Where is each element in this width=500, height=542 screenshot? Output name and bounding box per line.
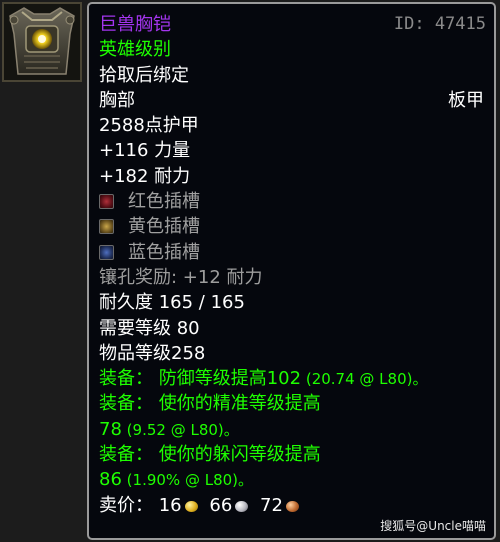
gold-amount: 16 xyxy=(158,494,182,516)
item-id: ID: 47415 xyxy=(393,14,486,34)
equip-effect-value: 86 xyxy=(99,469,122,491)
socket-bonus: 镶孔奖励: +12 耐力 xyxy=(99,266,263,288)
item-tooltip: 巨兽胸铠 ID: 47415 英雄级别 拾取后绑定 胸部 板甲 2588点护甲 … xyxy=(87,2,496,540)
item-level: 物品等级258 xyxy=(99,342,206,364)
equip-effect-detail: (1.90% @ L80)。 xyxy=(121,471,254,490)
watermark: 搜狐号@Uncle喵喵 xyxy=(380,519,486,533)
socket-blue-row: 蓝色插槽 xyxy=(99,240,494,265)
item-armor: 2588点护甲 xyxy=(99,115,199,137)
item-armor-type: 板甲 xyxy=(448,89,484,111)
item-stat-strength: +116 力量 xyxy=(99,140,191,162)
equip-effect-detail: (20.74 @ L80)。 xyxy=(301,370,428,389)
yellow-socket-icon xyxy=(99,219,114,235)
item-binding: 拾取后绑定 xyxy=(99,64,189,86)
item-slot: 胸部 xyxy=(99,89,135,111)
equip-effect-defense: 装备： 防御等级提高102 (20.74 @ L80)。 xyxy=(99,366,494,391)
item-icon xyxy=(2,2,82,82)
copper-coin-icon xyxy=(285,500,299,512)
item-quality: 英雄级别 xyxy=(99,39,171,61)
item-name-row: 巨兽胸铠 ID: 47415 xyxy=(99,12,494,37)
item-durability: 耐久度 165 / 165 xyxy=(99,292,245,314)
socket-label: 蓝色插槽 xyxy=(128,241,200,263)
blue-socket-icon xyxy=(99,244,114,260)
copper-amount: 72 xyxy=(260,494,283,516)
item-stat-stamina: +182 耐力 xyxy=(99,165,191,187)
item-name: 巨兽胸铠 xyxy=(99,14,171,35)
equip-effect-detail: (9.52 @ L80)。 xyxy=(121,420,239,439)
silver-coin-icon xyxy=(235,500,249,512)
socket-red-row: 红色插槽 xyxy=(99,189,494,214)
equip-effect-expertise: 装备： 使你的精准等级提高 xyxy=(99,393,321,415)
silver-amount: 66 xyxy=(209,494,233,516)
socket-label: 红色插槽 xyxy=(128,191,200,213)
equip-effect-dodge: 装备： 使你的躲闪等级提高 xyxy=(99,444,321,466)
item-required-level: 需要等级 80 xyxy=(99,317,200,339)
sell-price-row: 卖价： 16 66 72 xyxy=(99,493,494,518)
socket-yellow-row: 黄色插槽 xyxy=(99,214,494,239)
equip-effect-text: 装备： 防御等级提高102 xyxy=(99,368,302,390)
equip-effect-value: 78 xyxy=(99,418,122,440)
item-slot-row: 胸部 板甲 xyxy=(99,88,494,113)
gold-coin-icon xyxy=(184,500,198,512)
equip-effect-expertise-value: 78 (9.52 @ L80)。 xyxy=(99,417,494,442)
equip-effect-dodge-value: 86 (1.90% @ L80)。 xyxy=(99,467,494,492)
sell-price-label: 卖价： xyxy=(99,494,153,516)
red-socket-icon xyxy=(99,194,114,210)
chest-armor-icon xyxy=(4,4,80,80)
socket-label: 黄色插槽 xyxy=(128,216,200,238)
